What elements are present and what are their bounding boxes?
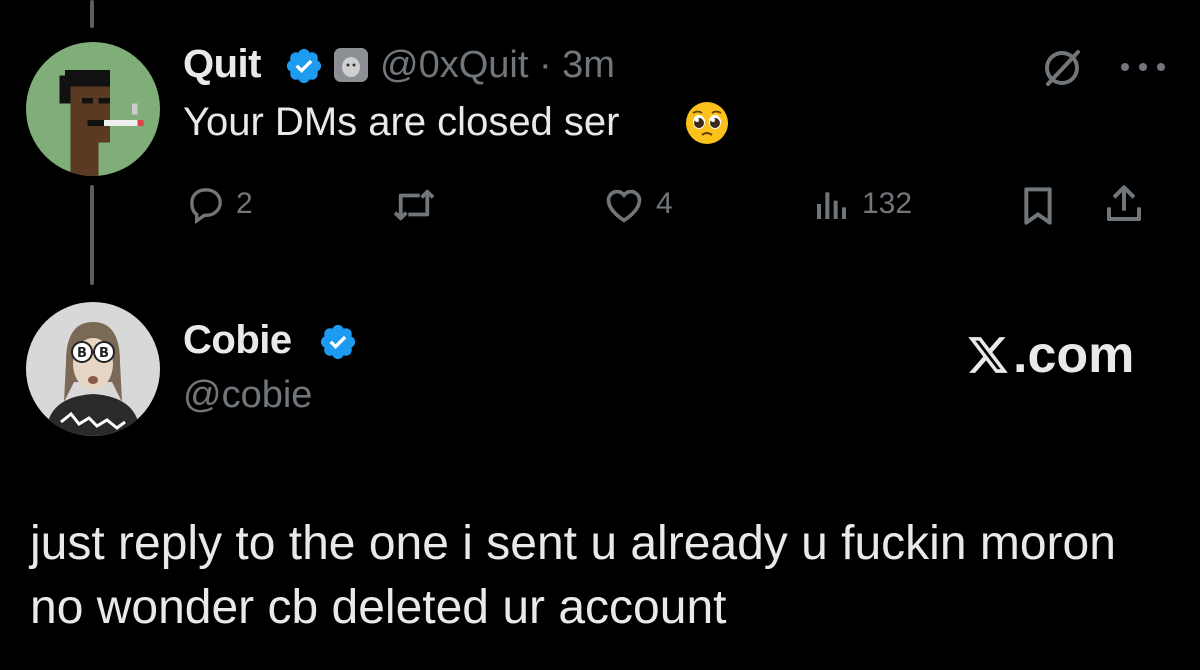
views-icon: [817, 192, 846, 219]
reply-body: just reply to the one i sent u already u…: [30, 517, 1116, 634]
share-icon: [1107, 185, 1141, 221]
grok-icon[interactable]: [1040, 46, 1084, 90]
share-button[interactable]: [1104, 184, 1144, 224]
verified-badge-icon: [320, 324, 356, 360]
reply-author-handle[interactable]: @cobie: [183, 374, 312, 417]
reply-author-name[interactable]: Cobie: [183, 318, 292, 363]
repost-icon: [393, 189, 435, 221]
like-count: 4: [656, 187, 673, 220]
avatar-cobie[interactable]: B B: [26, 302, 160, 436]
verified-badge-icon: [286, 48, 322, 84]
svg-text:B: B: [77, 346, 87, 361]
thread-line: [90, 0, 94, 28]
author-handle[interactable]: @0xQuit · 3m: [380, 44, 615, 87]
author-name[interactable]: Quit: [183, 42, 261, 87]
pleading-face-emoji: [686, 102, 728, 144]
like-icon: [606, 189, 642, 223]
bookmark-button[interactable]: [1020, 186, 1056, 226]
watermark-text: .com: [1013, 326, 1135, 384]
reply-icon: [190, 188, 222, 224]
view-count: 132: [862, 187, 913, 220]
thread-line: [90, 185, 94, 285]
avatar-quit[interactable]: [26, 42, 160, 176]
x-logo-icon: [968, 337, 1008, 373]
repost-button[interactable]: [390, 186, 438, 224]
affiliate-badge-icon[interactable]: [334, 48, 368, 82]
reply-button[interactable]: 2: [186, 184, 253, 224]
svg-text:B: B: [99, 346, 109, 361]
like-button[interactable]: 4: [602, 184, 673, 224]
more-icon[interactable]: [1118, 60, 1168, 74]
bookmark-icon: [1024, 187, 1052, 225]
tweet-text: Your DMs are closed ser: [183, 100, 620, 144]
x-watermark: .com: [966, 325, 1134, 385]
views-button[interactable]: 132: [812, 184, 912, 224]
reply-count: 2: [236, 187, 253, 220]
